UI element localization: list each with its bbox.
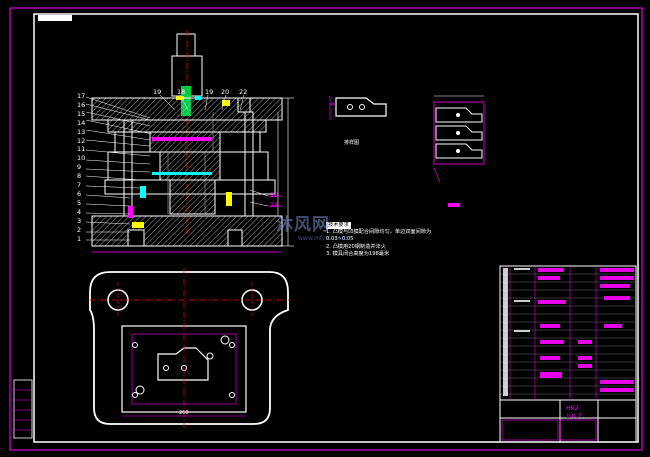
- part-number: 15: [77, 109, 86, 118]
- bottom-dimension: 260: [179, 410, 189, 416]
- part-number: 18: [177, 88, 186, 96]
- part-number: 17: [77, 92, 86, 100]
- part-number: 14: [77, 118, 86, 127]
- part-number: 1: [77, 234, 82, 243]
- part-number: 7: [77, 181, 82, 190]
- corner-tag: [38, 15, 72, 21]
- drawing-ratio: 1:0.7: [566, 413, 582, 420]
- watermark-text: 沐风网: [276, 215, 330, 235]
- part-number: 19: [205, 88, 214, 96]
- part-number: 23: [270, 191, 279, 199]
- part-number: 4: [77, 207, 82, 216]
- revision-strip: [13, 379, 33, 439]
- part-number: 6: [77, 189, 82, 198]
- watermark: 沐风网 www.mfcad.com: [276, 210, 348, 242]
- part-number: 13: [77, 127, 86, 136]
- part-number: 5: [77, 198, 82, 207]
- part-number: 11: [77, 145, 86, 154]
- part-number: 19: [153, 88, 162, 96]
- plan-view: [89, 268, 290, 428]
- part-numbers-left: 17 16 15 14 13 12 11 10 9 8 7 6 5 4 3 2 …: [77, 92, 87, 243]
- tech-note-line: 2. 凸模用20钢制造并淬火: [326, 243, 386, 250]
- tech-note-line: 3. 模具闭合高度为198毫米: [326, 250, 390, 257]
- part-number: 20: [221, 88, 230, 96]
- part-number: 9: [77, 163, 82, 172]
- part-numbers-right: 23 24: [270, 190, 278, 210]
- part-number: 10: [77, 154, 86, 163]
- part-number: 8: [77, 172, 82, 181]
- assembly-section-view: [91, 30, 294, 253]
- detail-label: 排样图: [344, 140, 360, 146]
- part-detail-view: [329, 96, 387, 120]
- part-number: 22: [239, 88, 248, 96]
- watermark-url: www.mfcad.com: [298, 235, 348, 242]
- part-number: 16: [77, 100, 86, 109]
- part-number: 3: [77, 216, 82, 225]
- drawing-number: HK2: [566, 405, 579, 412]
- part-number: 2: [77, 225, 82, 234]
- part-number: 24: [270, 201, 279, 209]
- strip-layout-view: [433, 95, 485, 207]
- part-number: 12: [77, 136, 86, 145]
